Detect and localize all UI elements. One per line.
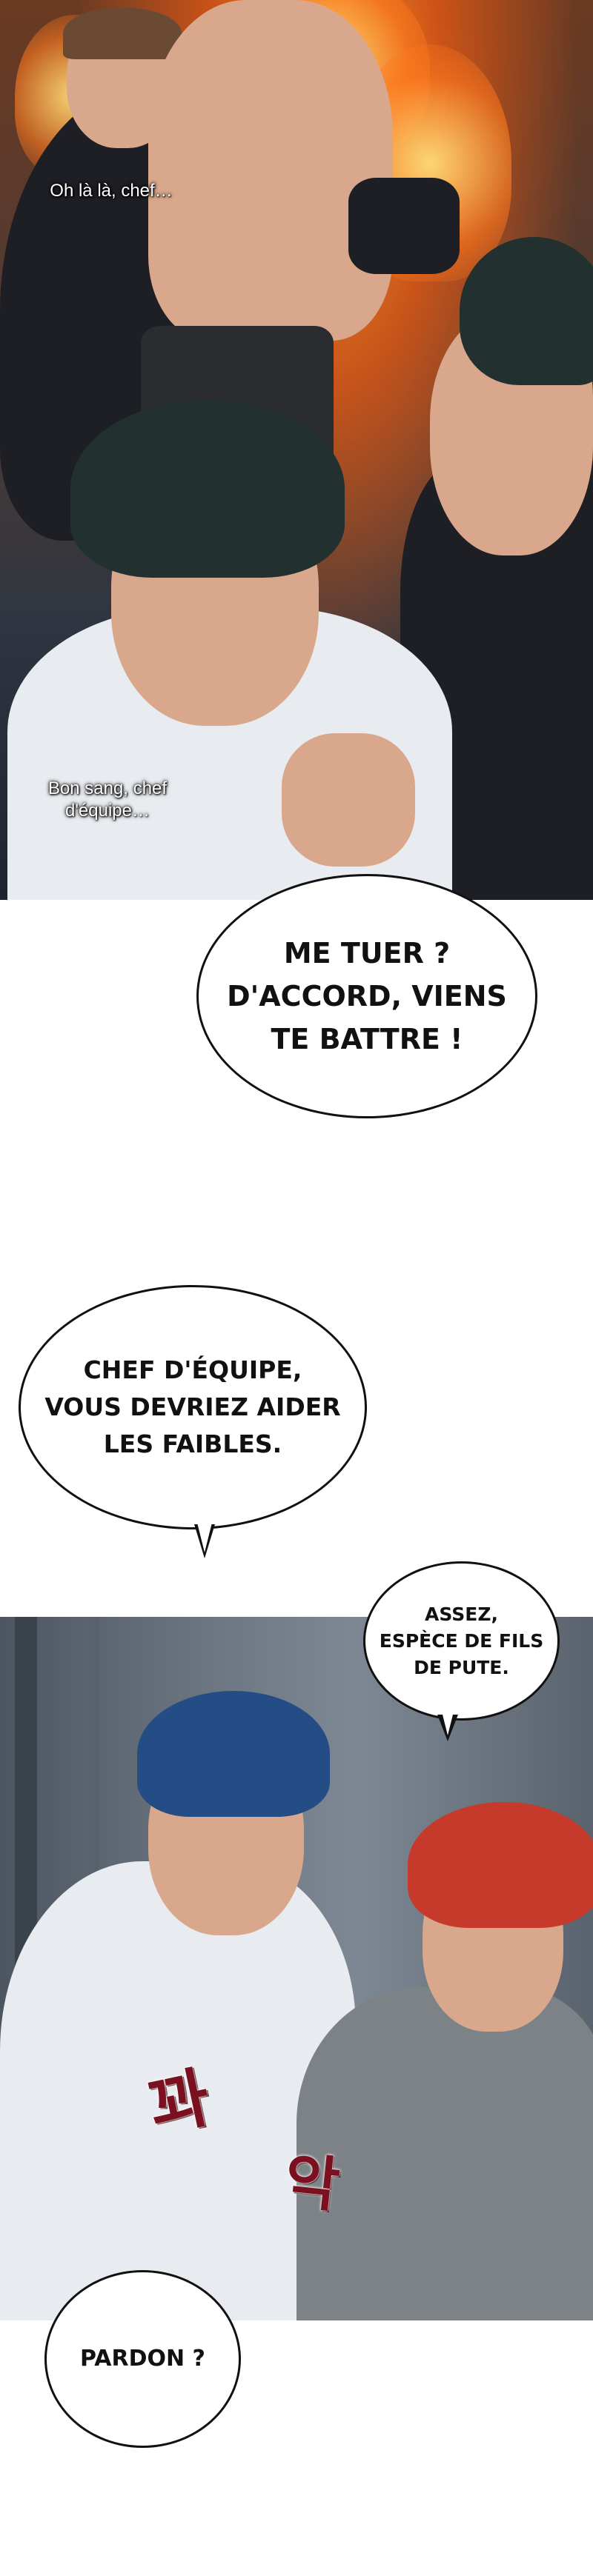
speech-bubble-assez: ASSEZ, ESPÈCE DE FILS DE PUTE. — [363, 1561, 560, 1721]
shirtless-man-figure — [148, 0, 393, 341]
webtoon-page: Oh là là, chef… Bon sang, chef d'équipe…… — [0, 0, 593, 2576]
caption-oh-la-la: Oh là là, chef… — [50, 181, 173, 201]
caption-bon-sang: Bon sang, chef d'équipe… — [47, 778, 168, 821]
suited-man-hair — [63, 7, 182, 59]
panel-office-scene: 꽈 악 — [0, 1617, 593, 2320]
red-hair-man-hair — [408, 1802, 593, 1928]
panel-fire-scene: Oh là là, chef… Bon sang, chef d'équipe… — [0, 0, 593, 900]
speech-bubble-pardon: PARDON ? — [44, 2270, 241, 2448]
speech-bubble-chef-equipe: CHEF D'ÉQUIPE, VOUS DEVRIEZ AIDER LES FA… — [19, 1285, 367, 1529]
bubble-text: PARDON ? — [80, 2346, 205, 2372]
bubble-text: ME TUER ? D'ACCORD, VIENS TE BATTRE ! — [227, 937, 507, 1055]
angry-man-hair — [460, 237, 593, 385]
speech-bubble-tail — [437, 1706, 458, 1741]
white-shirt-man-hand — [282, 733, 415, 867]
sound-effect: 악 — [281, 2146, 343, 2220]
shirtless-man-sleeve — [348, 178, 460, 274]
bubble-text: CHEF D'ÉQUIPE, VOUS DEVRIEZ AIDER LES FA… — [44, 1355, 341, 1458]
bubble-text: ASSEZ, ESPÈCE DE FILS DE PUTE. — [379, 1603, 544, 1678]
blue-hair-man-hair — [137, 1691, 330, 1817]
speech-bubble-tail — [194, 1523, 215, 1558]
speech-bubble-me-tuer: ME TUER ? D'ACCORD, VIENS TE BATTRE ! — [196, 874, 537, 1118]
white-shirt-man-hair — [70, 400, 345, 578]
